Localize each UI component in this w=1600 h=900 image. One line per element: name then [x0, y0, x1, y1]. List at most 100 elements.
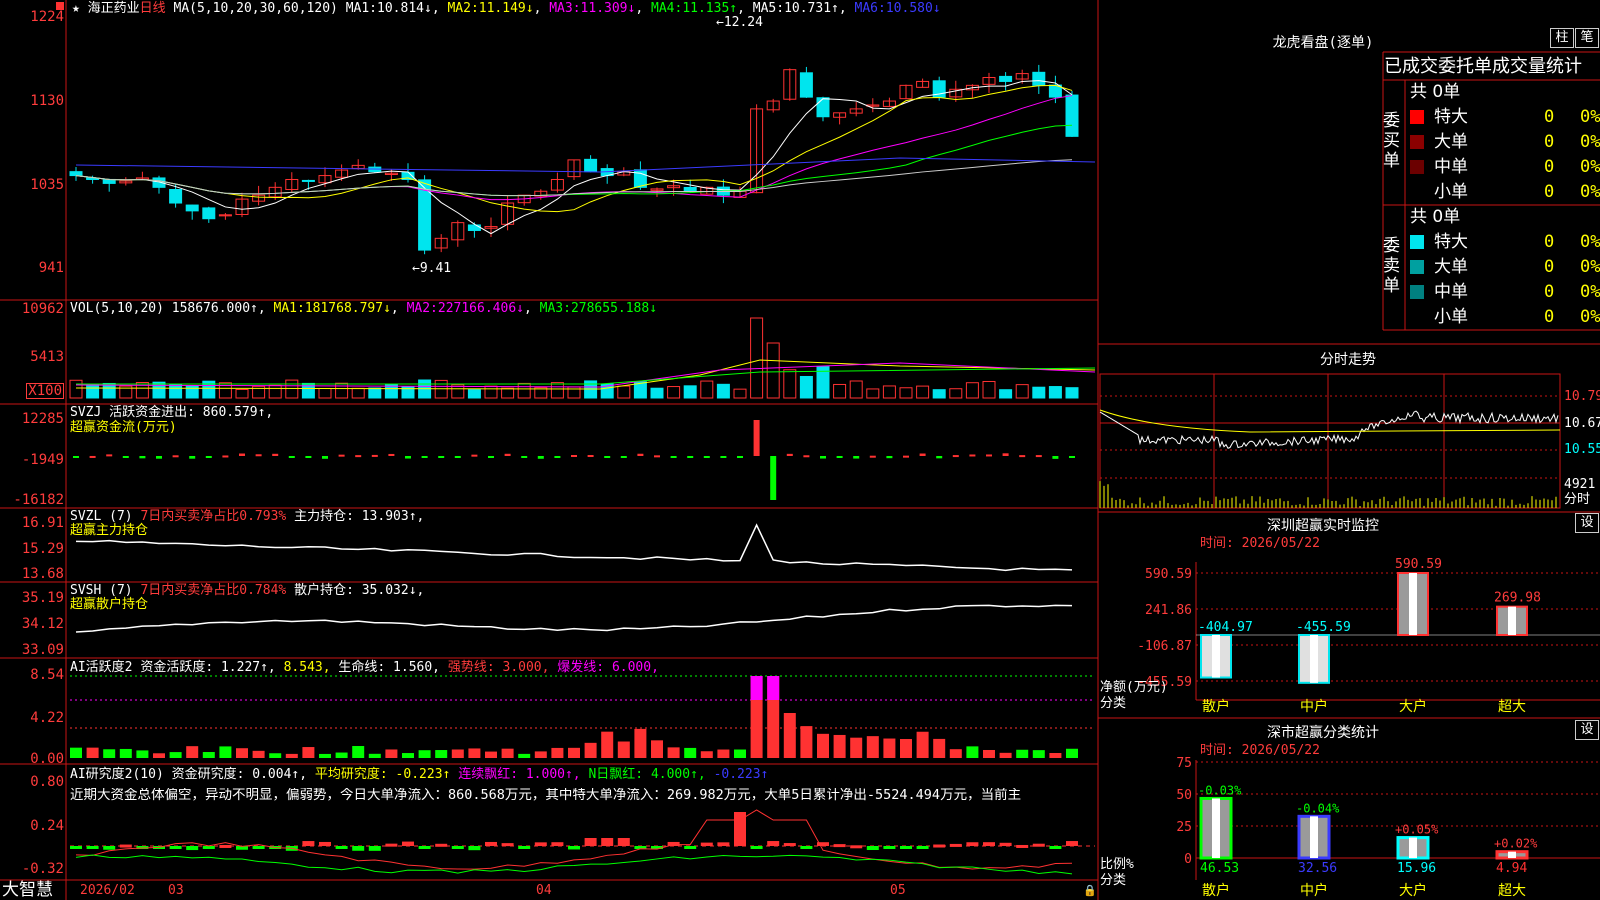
ai1-axis-1: 8.54 [30, 667, 64, 683]
date-label-3: 04 [536, 883, 552, 898]
vol-bar-7 [185, 385, 199, 399]
ai1-bar-51 [916, 731, 929, 758]
svzl-axis-2: 15.29 [21, 541, 64, 557]
svzj-bar-29 [554, 456, 561, 458]
svzl-label: SVZL (7) [70, 509, 133, 524]
ai2-bar-56 [999, 842, 1012, 846]
vol-bar-41 [750, 317, 764, 399]
ma4-value: 11.135↑ [682, 1, 738, 16]
lock-icon[interactable]: 🔒 [1083, 884, 1097, 898]
vol-bar-56 [999, 389, 1013, 399]
ai2-bar-59 [1049, 846, 1062, 849]
classify-chg-2: +0.05% [1395, 823, 1439, 837]
classify-value-1: 32.56 [1298, 861, 1337, 876]
ma2-name: MA2: [447, 1, 479, 16]
vol-bar-43 [783, 369, 797, 399]
vol-bar-38 [700, 380, 714, 399]
intraday-avg-line [1099, 409, 1561, 433]
classify-cat-2: 大户 [1399, 882, 1427, 899]
svzj-bar-37 [687, 456, 694, 458]
vol-bar-5 [152, 381, 166, 399]
ai2-bar-2 [103, 846, 116, 850]
ai1-bar-0 [70, 747, 82, 758]
sell-swatch-0 [1410, 235, 1424, 249]
bar-mode-button[interactable]: 柱 [1550, 28, 1574, 48]
monitor-bar-value-2: 590.59 [1395, 557, 1442, 572]
ai1-bar-4 [136, 750, 149, 758]
ai2-bar-21 [418, 846, 431, 849]
analysis-comment: 近期大资金总体偏空，异动不明显，偏弱势，今日大单净流入：860.568万元，其中… [70, 788, 1022, 802]
vol-axis-1: 10962 [21, 301, 64, 317]
classify-value-0: 46.53 [1200, 861, 1239, 876]
ai2-bar-22 [435, 843, 448, 847]
buy-value-2: 0 [1544, 157, 1555, 177]
candle-body-24 [467, 224, 481, 231]
ai2-bar-55 [983, 842, 995, 846]
sell-percent-0: 0% [1580, 232, 1600, 252]
ai1-peak-42 [767, 676, 780, 700]
candle-body-45 [816, 97, 830, 118]
ai2-bar-54 [966, 842, 979, 846]
ai1-bar-40 [734, 749, 746, 758]
ai2-bar-50 [900, 846, 912, 849]
svsh-line [75, 604, 1073, 633]
vol-bar-29 [550, 382, 564, 399]
svzj-bar-10 [239, 453, 245, 456]
svzj-bar-57 [1019, 455, 1026, 458]
svzj-bar-15 [322, 456, 328, 459]
svzj-bar-48 [869, 455, 876, 458]
classify-chg-3: +0.02% [1494, 837, 1538, 851]
svzl-sub: 超赢主力持仓 [70, 523, 149, 538]
stock-name[interactable]: ★ 海正药业 [72, 1, 140, 16]
ai2-bar-51 [916, 846, 929, 849]
ai1-bar-26 [501, 748, 514, 758]
svzj-axis-3: -16182 [13, 492, 64, 508]
ai1-bar-25 [485, 751, 497, 758]
ai2-bar-39 [717, 842, 730, 846]
ai2-header: AI研究度2(10) 资金研究度: 0.004↑, 平均研究度: -0.223↑… [70, 768, 768, 782]
vol-unit-box[interactable]: X100 [26, 383, 64, 399]
ai2-bar-44 [800, 846, 813, 849]
ai1-bar-19 [385, 749, 398, 758]
monitor-bar-shine-0 [1212, 635, 1220, 678]
chart-canvas[interactable]: 590.59241.86-106.87-455.59-404.97散户-455.… [0, 0, 1600, 900]
ai1-bar-6 [169, 752, 182, 758]
monitor-title: 深圳超赢实时监控 [1267, 518, 1379, 534]
ai1-bar-33 [617, 741, 630, 758]
buy-swatch-1 [1410, 135, 1424, 149]
vol-bar-57 [1015, 384, 1029, 399]
sell-row-2: 中单 0 0% [1410, 280, 1600, 304]
ai1-bar-38 [700, 751, 713, 758]
sell-value-1: 0 [1544, 257, 1555, 277]
ai2-bar-1 [86, 846, 99, 849]
classify-bar-shine-3 [1508, 851, 1516, 858]
svzj-bar-16 [338, 454, 345, 457]
monitor-x-label: 分类 [1100, 696, 1127, 711]
ma5-value: 10.731↑ [784, 1, 839, 16]
buy-row-1: 大单 0 0% [1410, 130, 1600, 154]
ai1-bar-27 [518, 753, 531, 758]
svzl-axis-1: 16.91 [21, 515, 64, 531]
svzj-bar-6 [172, 455, 179, 458]
ma4-name: MA4: [651, 1, 683, 16]
svsh-axis-2: 34.12 [21, 616, 64, 632]
ai2-bar-18 [368, 846, 381, 851]
date-label-2: 03 [168, 883, 184, 898]
tick-mode-button[interactable]: 笔 [1575, 28, 1599, 48]
sell-swatch-3 [1410, 310, 1424, 324]
ai1-bar-18 [368, 753, 381, 758]
monitor-settings-button[interactable]: 设 [1575, 513, 1599, 533]
svzj-bar-22 [438, 456, 445, 458]
period-label[interactable]: 日线 [140, 1, 166, 16]
svzj-bar-17 [355, 455, 362, 458]
svzj-bar-54 [969, 454, 976, 457]
vol-bar-1 [86, 383, 100, 399]
classify-settings-button[interactable]: 设 [1575, 720, 1599, 740]
svzj-bar-19 [388, 453, 395, 456]
candle-body-8 [202, 207, 216, 220]
vol-bar-60 [1065, 387, 1079, 399]
classify-bar-shine-1 [1310, 816, 1318, 858]
ai2-bar-11 [252, 846, 265, 849]
buy-name-0: 特大 [1434, 107, 1468, 127]
ai2-bar-15 [319, 841, 331, 846]
